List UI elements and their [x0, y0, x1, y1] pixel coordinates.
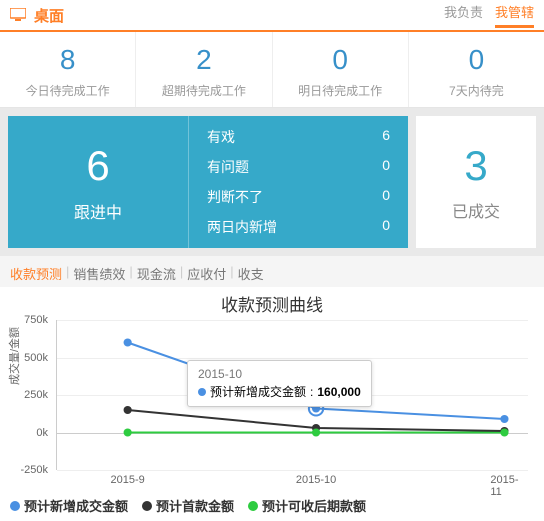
summary-label: 7天内待完	[413, 82, 540, 99]
summary-value: 2	[140, 42, 267, 78]
tab-forecast[interactable]: 收款预测	[10, 264, 62, 283]
legend-dot-icon	[248, 501, 258, 511]
tab-sep: |	[66, 264, 69, 283]
chart-point[interactable]	[500, 415, 508, 423]
legend-dot-icon	[10, 501, 20, 511]
summary-label: 超期待完成工作	[140, 82, 267, 99]
summary-label: 明日待完成工作	[277, 82, 404, 99]
summary-overdue[interactable]: 2 超期待完成工作	[136, 32, 272, 107]
x-tick: 2015-11	[490, 474, 518, 498]
follow-label: 跟进中	[74, 199, 122, 223]
follow-count: 6	[86, 141, 109, 191]
header-bar: 桌面 我负责 我管辖	[0, 0, 544, 32]
summary-tomorrow[interactable]: 0 明日待完成工作	[273, 32, 409, 107]
chart-point[interactable]	[124, 406, 132, 414]
follow-item-name: 两日内新增	[207, 217, 277, 237]
chart-legend: 预计新增成交金额 预计首款金额 预计可收后期款额	[0, 490, 544, 521]
follow-item-name: 有问题	[207, 157, 249, 177]
follow-card-left: 6 跟进中	[8, 116, 188, 248]
follow-item: 两日内新增 0	[189, 212, 408, 242]
monitor-icon	[10, 8, 26, 22]
tab-balance[interactable]: 收支	[238, 264, 264, 283]
tab-performance[interactable]: 销售绩效	[73, 264, 125, 283]
done-label: 已成交	[452, 198, 500, 222]
follow-card-right: 有戏 6 有问题 0 判断不了 0 两日内新增 0	[188, 116, 408, 248]
legend-label: 预计新增成交金额	[24, 496, 128, 515]
follow-item-count: 6	[382, 127, 390, 147]
chart-point[interactable]	[124, 429, 132, 437]
y-tick: 750k	[24, 314, 48, 326]
legend-label: 预计首款金额	[156, 496, 234, 515]
y-tick: 500k	[24, 352, 48, 364]
follow-card[interactable]: 6 跟进中 有戏 6 有问题 0 判断不了 0 两日内新增 0	[8, 116, 408, 248]
tab-sep: |	[129, 264, 132, 283]
follow-item: 有戏 6	[189, 122, 408, 152]
tab-sep: |	[180, 264, 183, 283]
tab-sep: |	[230, 264, 233, 283]
tooltip-dot-icon	[198, 388, 206, 396]
tooltip-category: 2015-10	[198, 367, 361, 381]
gridline	[57, 470, 528, 471]
header-tabs: 我负责 我管辖	[444, 2, 534, 28]
legend-item[interactable]: 预计可收后期款额	[248, 496, 366, 515]
follow-item-count: 0	[382, 217, 390, 237]
tab-receivable[interactable]: 应收付	[187, 264, 226, 283]
follow-item-name: 判断不了	[207, 187, 263, 207]
follow-item-count: 0	[382, 187, 390, 207]
page-title: 桌面	[34, 5, 444, 26]
chart-area: 成交量/金额 750k 500k 250k 0k -250k 2015-9 20…	[8, 320, 536, 490]
report-tabs: 收款预测 | 销售绩效 | 现金流 | 应收付 | 收支	[0, 256, 544, 287]
follow-item: 判断不了 0	[189, 182, 408, 212]
summary-row: 8 今日待完成工作 2 超期待完成工作 0 明日待完成工作 0 7天内待完	[0, 32, 544, 108]
chart-title: 收款预测曲线	[8, 291, 536, 316]
x-tick: 2015-10	[296, 474, 336, 486]
summary-label: 今日待完成工作	[4, 82, 131, 99]
tooltip-series: 预计新增成交金额	[210, 383, 306, 400]
summary-value: 0	[413, 42, 540, 78]
tooltip-value: 160,000	[317, 385, 360, 399]
y-axis: 750k 500k 250k 0k -250k	[8, 320, 56, 470]
header-tab-managed[interactable]: 我管辖	[495, 2, 534, 28]
y-tick: 250k	[24, 389, 48, 401]
chart-point[interactable]	[500, 429, 508, 437]
tab-cashflow[interactable]: 现金流	[137, 264, 176, 283]
chart-tooltip: 2015-10 预计新增成交金额: 160,000	[187, 360, 372, 407]
done-card[interactable]: 3 已成交	[416, 116, 536, 248]
summary-today[interactable]: 8 今日待完成工作	[0, 32, 136, 107]
summary-value: 0	[277, 42, 404, 78]
legend-label: 预计可收后期款额	[262, 496, 366, 515]
chart-point[interactable]	[312, 429, 320, 437]
legend-item[interactable]: 预计首款金额	[142, 496, 234, 515]
x-tick: 2015-9	[111, 474, 145, 486]
chart-point[interactable]	[124, 339, 132, 347]
legend-item[interactable]: 预计新增成交金额	[10, 496, 128, 515]
plot-area[interactable]: 2015-9 2015-10 2015-11 2015-10 预计新增成交金额:…	[56, 320, 528, 470]
summary-value: 8	[4, 42, 131, 78]
summary-week[interactable]: 0 7天内待完	[409, 32, 544, 107]
done-count: 3	[464, 142, 487, 190]
header-tab-responsible[interactable]: 我负责	[444, 2, 483, 28]
follow-item-name: 有戏	[207, 127, 235, 147]
chart-wrap: 收款预测曲线 成交量/金额 750k 500k 250k 0k -250k 20…	[0, 287, 544, 490]
y-tick: -250k	[20, 464, 48, 476]
follow-item-count: 0	[382, 157, 390, 177]
y-tick: 0k	[36, 427, 48, 439]
follow-item: 有问题 0	[189, 152, 408, 182]
legend-dot-icon	[142, 501, 152, 511]
cards-row: 6 跟进中 有戏 6 有问题 0 判断不了 0 两日内新增 0 3 已成交	[0, 108, 544, 256]
